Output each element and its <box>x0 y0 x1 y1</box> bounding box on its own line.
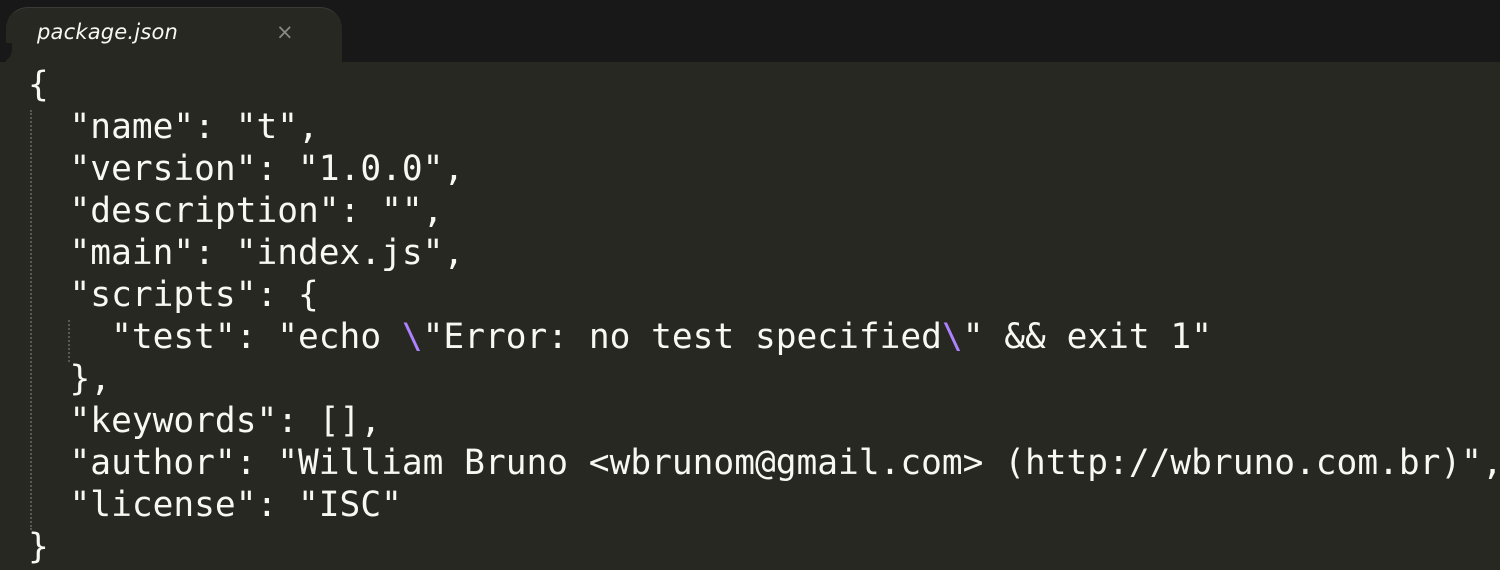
tab-bar: package.json × <box>0 0 1500 70</box>
code-text: " && exit 1" <box>962 317 1212 357</box>
tab-title: package.json <box>37 20 179 44</box>
code-line: "main": "index.js", <box>28 233 465 273</box>
escape-char: \ <box>941 317 963 357</box>
code-line: "scripts": { <box>28 275 319 315</box>
code-text: "test": "echo <box>28 317 402 357</box>
code-area[interactable]: { "name": "t", "version": "1.0.0", "desc… <box>0 62 1500 570</box>
editor-window: package.json × { "name": "t", "version":… <box>0 0 1500 570</box>
code-line: "name": "t", <box>28 107 319 147</box>
code-line: { <box>28 65 49 105</box>
code-line: "version": "1.0.0", <box>28 149 465 189</box>
close-icon[interactable]: × <box>276 20 294 44</box>
escape-char: \ <box>401 317 423 357</box>
code-line-test: "test": "echo \"Error: no test specified… <box>28 316 1212 358</box>
code-line: "license": "ISC" <box>28 485 402 525</box>
code-text: "Error: no test specified <box>422 317 942 357</box>
tab-package-json[interactable]: package.json × <box>0 7 342 70</box>
code-line: }, <box>28 359 112 399</box>
code-line: "description": "", <box>28 191 444 231</box>
code-line: } <box>28 527 49 567</box>
code-line: "author": "William Bruno <wbrunom@gmail.… <box>28 443 1500 483</box>
code-editor[interactable]: { "name": "t", "version": "1.0.0", "desc… <box>0 62 1500 570</box>
code-line: "keywords": [], <box>28 401 382 441</box>
